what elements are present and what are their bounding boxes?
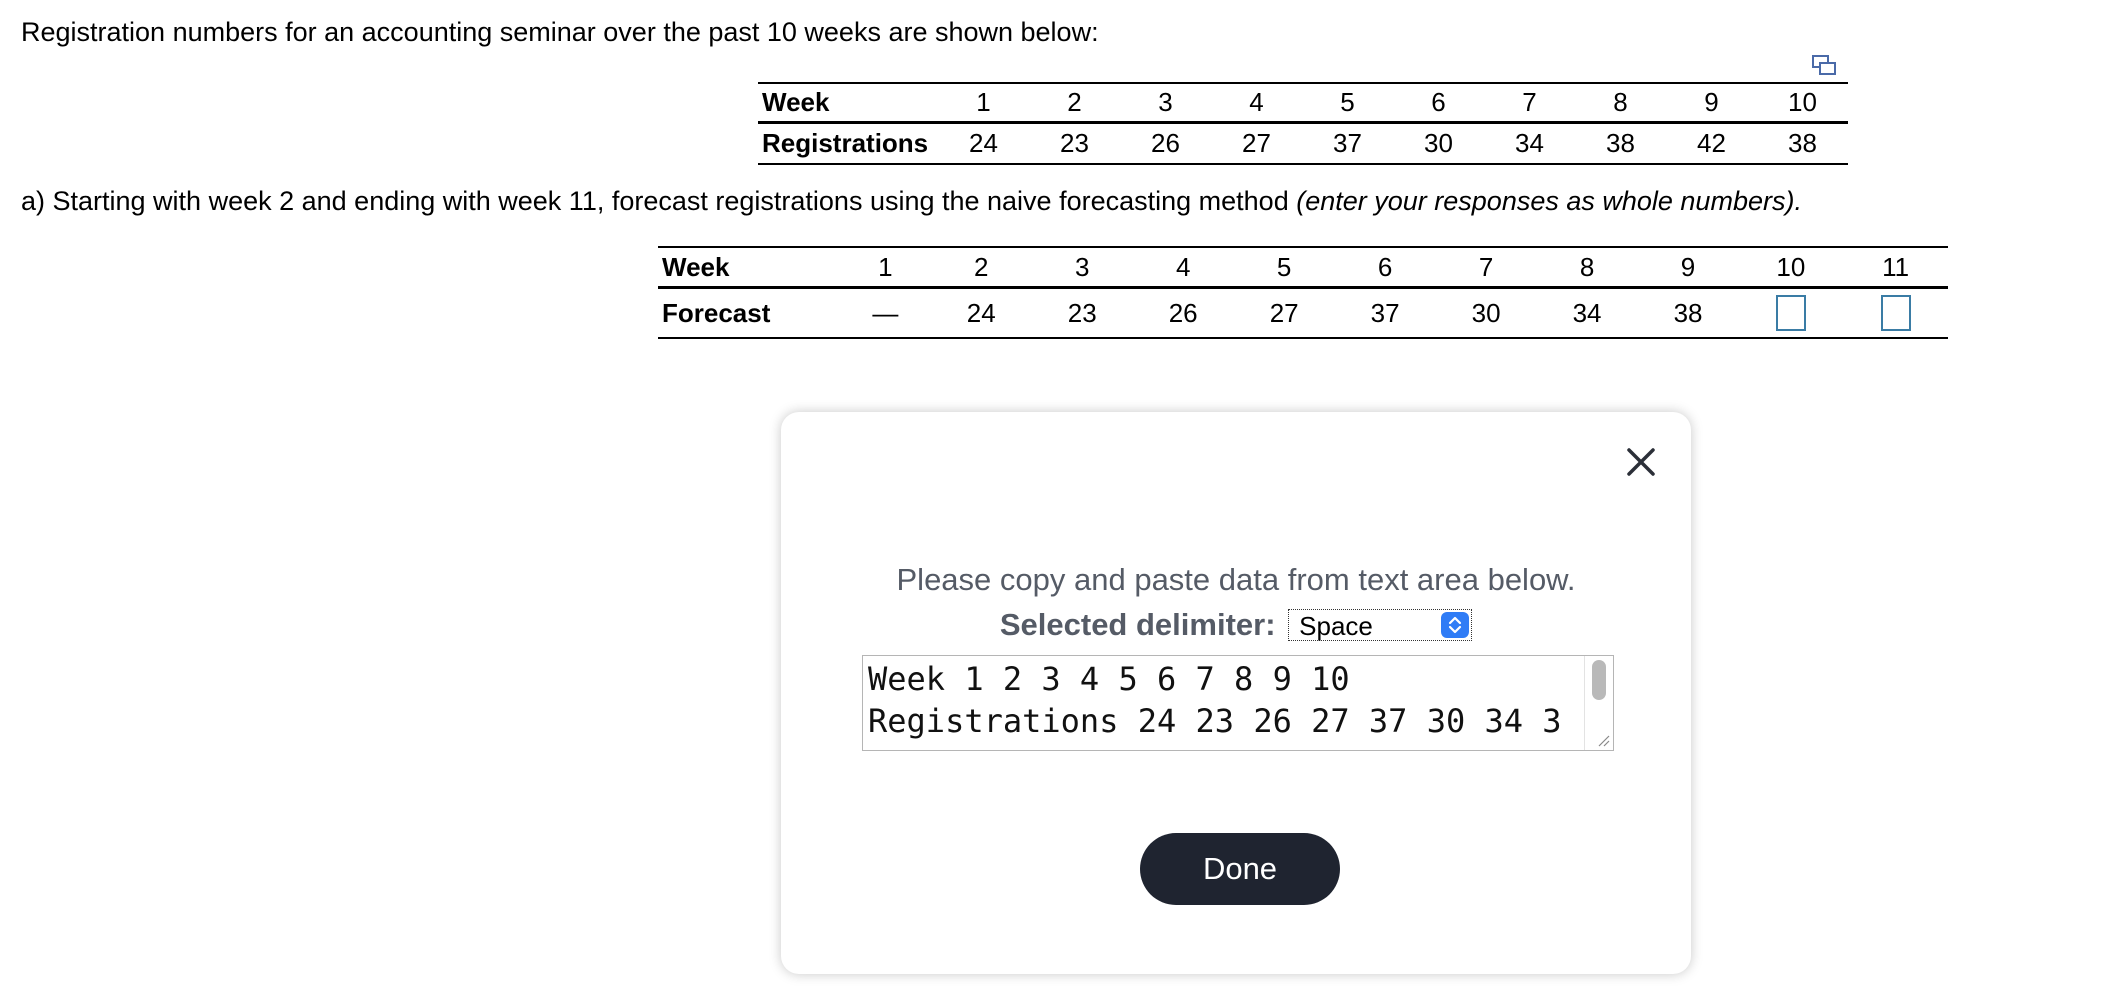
- registrations-cell: 23: [1060, 128, 1089, 158]
- week-cell: 4: [1132, 247, 1234, 289]
- registrations-cell: 27: [1242, 128, 1271, 158]
- week-cell: 7: [1435, 247, 1537, 289]
- week-cell: 3: [1031, 247, 1133, 289]
- delimiter-label: Selected delimiter:: [999, 606, 1276, 642]
- registrations-cell: 42: [1697, 128, 1726, 158]
- week-cell: 10: [1757, 83, 1848, 124]
- week-cell: 9: [1637, 247, 1739, 289]
- paste-data-dialog: Please copy and paste data from text are…: [781, 412, 1691, 974]
- registrations-row-label: Registrations: [762, 128, 929, 158]
- week-cell: 5: [1233, 247, 1335, 289]
- close-icon[interactable]: [1621, 442, 1661, 482]
- week-cell: 1: [938, 83, 1029, 124]
- done-button[interactable]: Done: [1140, 833, 1340, 905]
- week-cell: 1: [840, 247, 931, 289]
- copy-data-icon[interactable]: [1811, 54, 1837, 78]
- resize-handle-icon[interactable]: [1595, 732, 1611, 748]
- forecast-input-week-11[interactable]: [1880, 295, 1911, 331]
- forecast-input-cell-week-11: [1843, 288, 1948, 339]
- week-cell: 6: [1334, 247, 1436, 289]
- week-row: Week 1 2 3 4 5 6 7 8 9 10: [758, 83, 1848, 124]
- textarea-line-week: Week 1 2 3 4 5 6 7 8 9 10: [868, 660, 1350, 698]
- registrations-cell: 34: [1515, 128, 1544, 158]
- textarea-content: Week 1 2 3 4 5 6 7 8 9 10 Registrations …: [868, 658, 1562, 742]
- registrations-cell: 37: [1333, 128, 1362, 158]
- registrations-table: Week 1 2 3 4 5 6 7 8 9 10 Registrations …: [758, 82, 1848, 165]
- delimiter-select[interactable]: Space: [1288, 608, 1473, 641]
- forecast-input-week-10[interactable]: [1775, 295, 1806, 331]
- scrollbar-thumb[interactable]: [1592, 660, 1606, 700]
- week-cell: 6: [1393, 83, 1484, 124]
- forecast-cell: 34: [1572, 297, 1602, 328]
- paste-data-textarea[interactable]: Week 1 2 3 4 5 6 7 8 9 10 Registrations …: [862, 655, 1614, 751]
- forecast-row: Forecast — 24 23 26 27 37 30 34 38: [658, 288, 1948, 339]
- week-cell: 4: [1211, 83, 1302, 124]
- forecast-cell: —: [872, 297, 899, 328]
- forecast-week-label: Week: [658, 247, 840, 289]
- registrations-cell: 26: [1151, 128, 1180, 158]
- forecast-cell: 27: [1269, 297, 1299, 328]
- delimiter-row: Selected delimiter: Space: [781, 605, 1691, 643]
- question-main: a) Starting with week 2 and ending with …: [21, 186, 1297, 216]
- registrations-cell: 24: [969, 128, 998, 158]
- question-text: a) Starting with week 2 and ending with …: [21, 186, 1802, 217]
- week-cell: 11: [1843, 247, 1948, 289]
- week-cell: 3: [1120, 83, 1211, 124]
- question-note: (enter your responses as whole numbers).: [1296, 186, 1802, 216]
- intro-text: Registration numbers for an accounting s…: [21, 17, 1099, 47]
- forecast-cell: 23: [1067, 297, 1097, 328]
- dialog-instruction: Please copy and paste data from text are…: [896, 562, 1576, 597]
- registrations-cell: 38: [1606, 128, 1635, 158]
- registrations-row: Registrations 24 23 26 27 37 30 34 38 42…: [758, 123, 1848, 165]
- week-cell: 5: [1302, 83, 1393, 124]
- forecast-input-cell-week-10: [1739, 288, 1844, 339]
- week-row-label: Week: [758, 83, 938, 124]
- forecast-cell: 38: [1673, 297, 1703, 328]
- forecast-cell: 24: [966, 297, 996, 328]
- delimiter-value: Space: [1299, 610, 1373, 641]
- week-cell: 2: [1029, 83, 1120, 124]
- week-cell: 8: [1575, 83, 1666, 124]
- week-cell: 8: [1536, 247, 1638, 289]
- forecast-cell: 37: [1370, 297, 1400, 328]
- week-cell: 2: [930, 247, 1032, 289]
- registrations-cell: 30: [1424, 128, 1453, 158]
- week-cell: 9: [1666, 83, 1757, 124]
- textarea-line-registrations: Registrations 24 23 26 27 37 30 34 3: [868, 702, 1562, 740]
- week-cell: 10: [1738, 247, 1844, 289]
- forecast-week-row: Week 1 2 3 4 5 6 7 8 9 10 11: [658, 247, 1948, 289]
- forecast-table: Week 1 2 3 4 5 6 7 8 9 10 11 Forecast — …: [658, 246, 1948, 339]
- forecast-cell: 26: [1168, 297, 1198, 328]
- week-cell: 7: [1484, 83, 1575, 124]
- forecast-cell: 30: [1471, 297, 1501, 328]
- registrations-cell: 38: [1788, 128, 1817, 158]
- forecast-row-label: Forecast: [662, 297, 771, 328]
- chevron-updown-icon: [1441, 611, 1470, 638]
